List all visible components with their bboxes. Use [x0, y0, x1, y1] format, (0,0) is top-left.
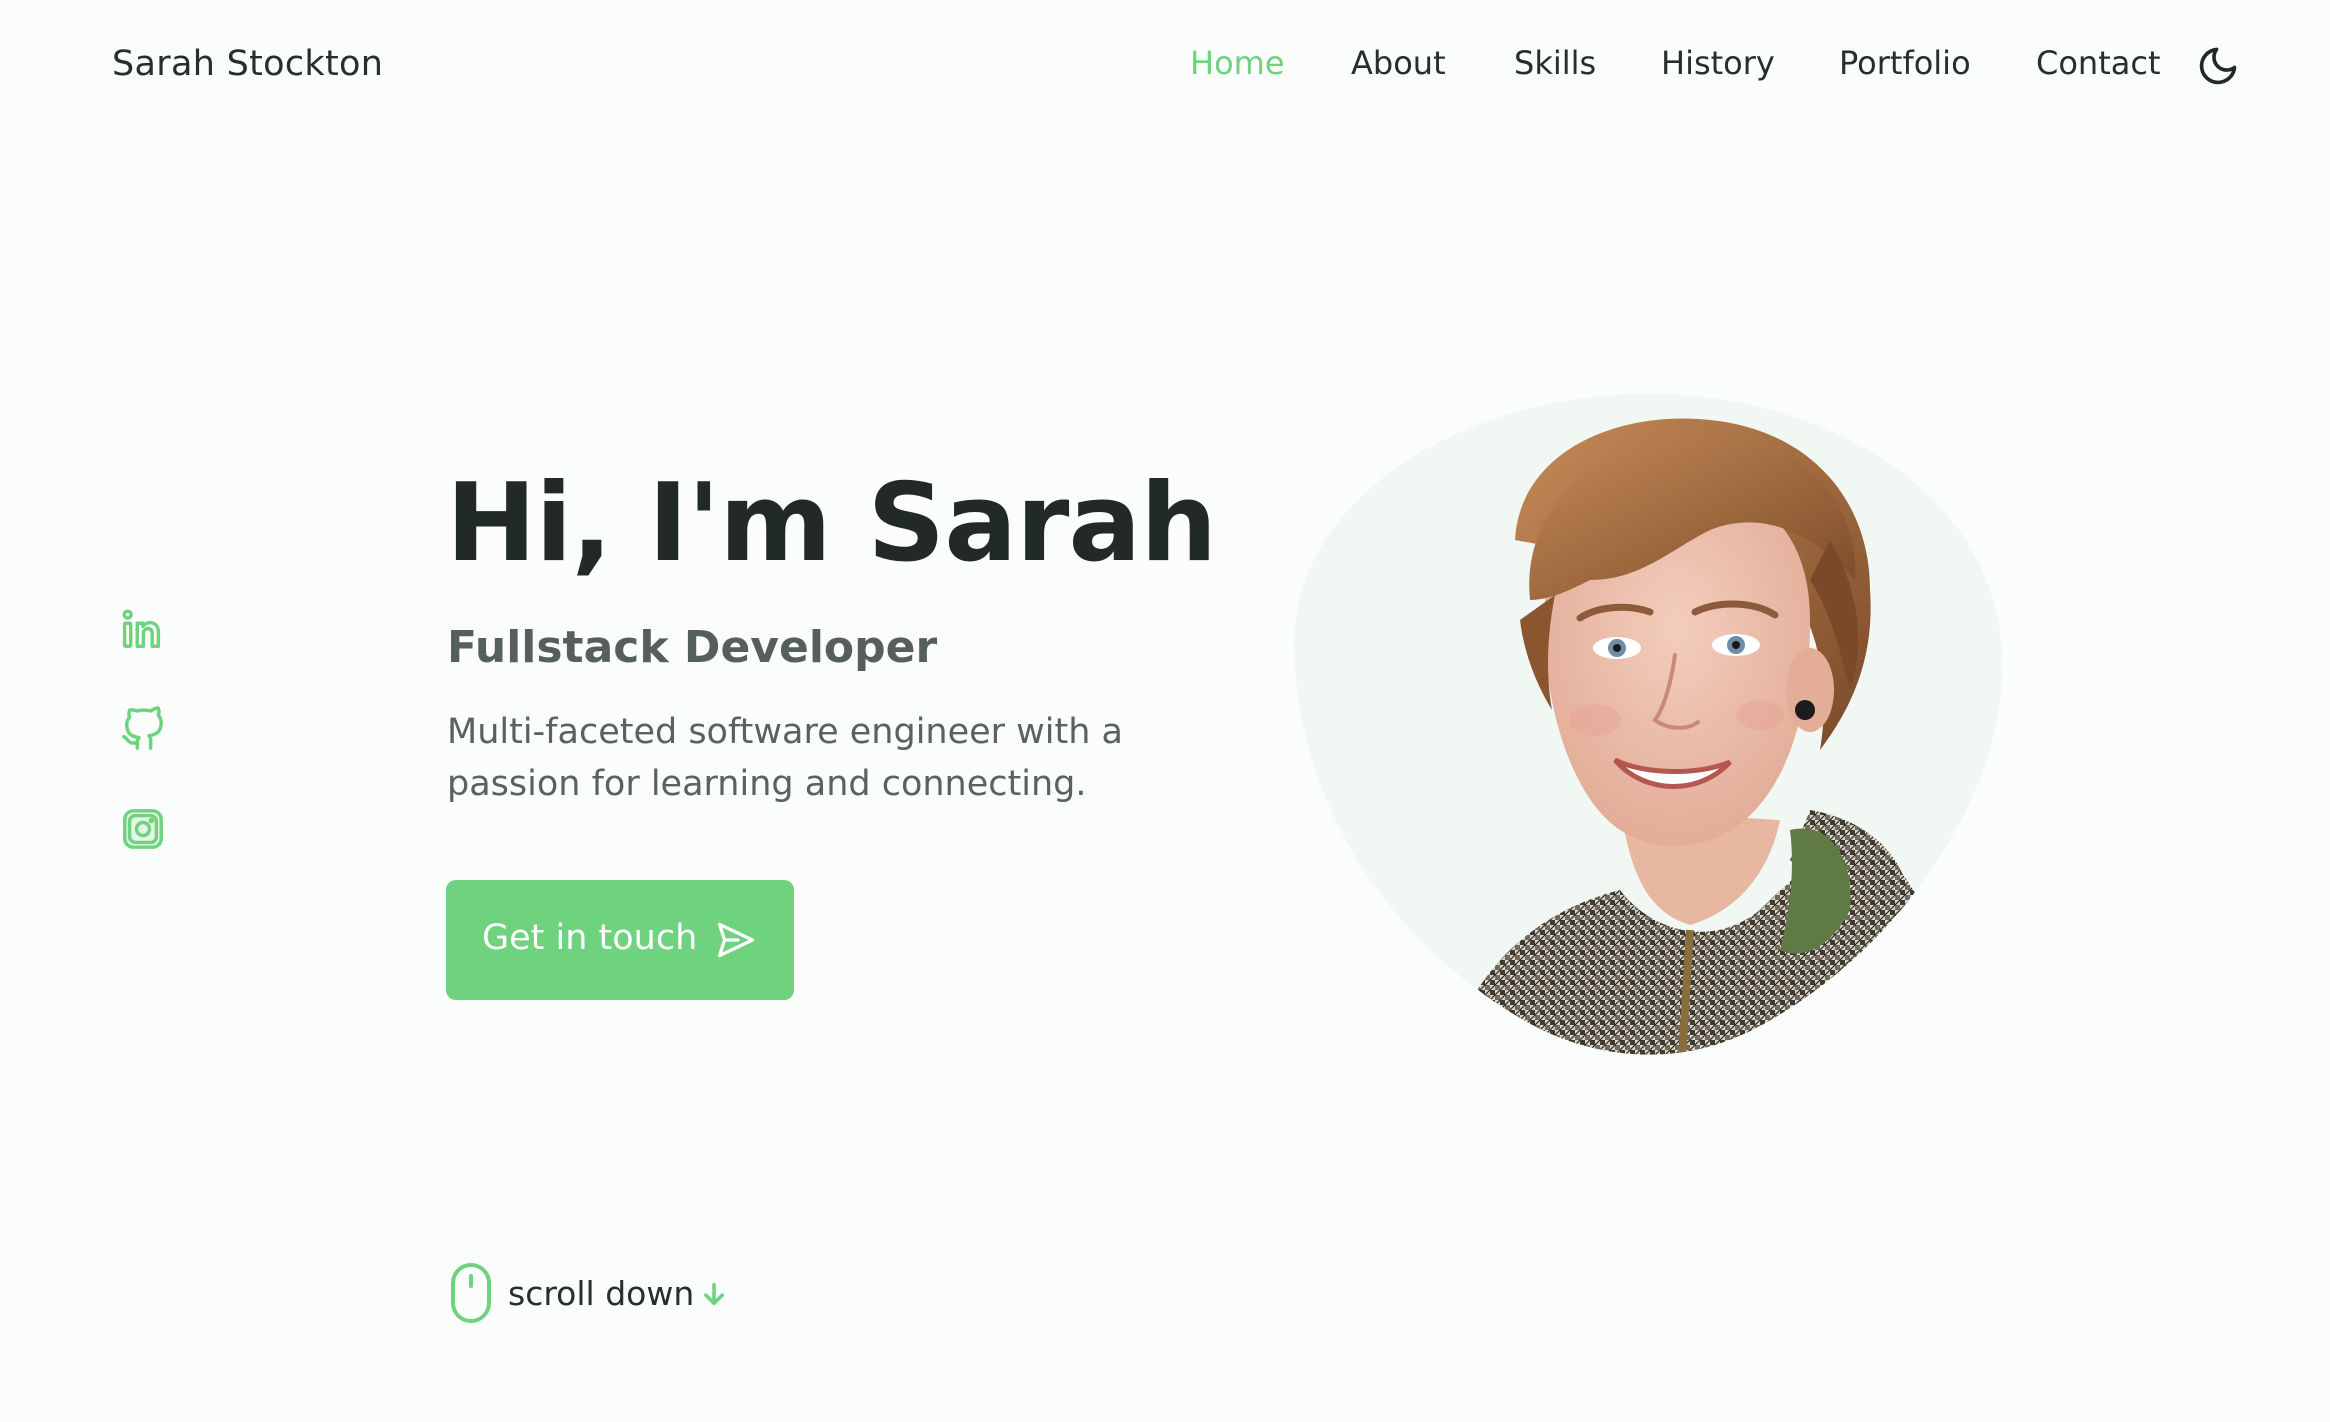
send-icon	[717, 922, 755, 958]
github-icon	[122, 706, 163, 750]
instagram-link[interactable]	[120, 806, 166, 852]
scroll-down-link[interactable]: scroll down	[450, 1262, 750, 1324]
scroll-down-label: scroll down	[508, 1274, 695, 1313]
site-logo[interactable]: Sarah Stockton	[112, 44, 383, 84]
moon-icon	[2199, 47, 2237, 85]
get-in-touch-button[interactable]: Get in touch	[446, 880, 794, 1000]
nav-item-history[interactable]: History	[1661, 44, 1775, 82]
hero-title: Hi, I'm Sarah	[446, 461, 1217, 586]
cta-label: Get in touch	[482, 918, 698, 958]
hero-description: Multi-faceted software engineer with a p…	[447, 712, 1124, 804]
instagram-icon	[123, 809, 163, 849]
nav-item-home[interactable]: Home	[1190, 44, 1285, 82]
github-link[interactable]	[120, 706, 166, 752]
profile-portrait	[1293, 394, 2003, 1055]
hero-subtitle: Fullstack Developer	[447, 622, 938, 673]
nav-item-contact[interactable]: Contact	[2036, 44, 2161, 82]
linkedin-link[interactable]	[120, 606, 166, 652]
arrow-down-icon	[704, 1282, 724, 1306]
mouse-icon	[451, 1263, 491, 1323]
linkedin-icon	[122, 609, 161, 648]
nav-item-portfolio[interactable]: Portfolio	[1839, 44, 1971, 82]
site-header: Sarah Stockton Home About Skills History…	[0, 0, 2330, 135]
nav-item-skills[interactable]: Skills	[1514, 44, 1596, 82]
nav-item-about[interactable]: About	[1351, 44, 1446, 82]
theme-toggle-button[interactable]	[2196, 44, 2240, 88]
